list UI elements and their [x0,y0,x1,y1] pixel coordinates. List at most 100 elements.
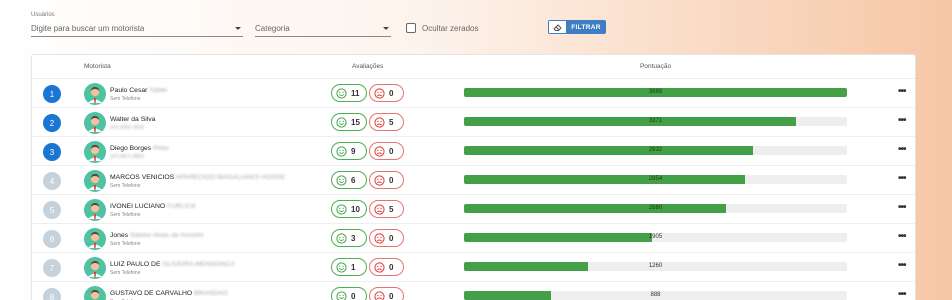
driver-name-surname: Tobler [149,87,168,94]
negative-ratings[interactable]: 5 [369,200,404,218]
score-value: 3371 [648,118,663,124]
rank-badge: 5 [43,201,61,219]
eraser-icon[interactable] [548,20,566,34]
score-value: 888 [650,292,661,298]
positive-count: 1 [351,262,356,272]
negative-count: 0 [389,291,394,300]
filter-button[interactable]: FILTRAR [566,20,606,34]
driver-phone: Sem Telefone [110,241,141,247]
score-bar: 2660 [464,204,847,213]
positive-count: 0 [351,291,356,300]
positive-ratings[interactable]: 6 [331,171,367,189]
negative-count: 0 [389,233,394,243]
hide-zero-checkbox[interactable] [406,23,416,33]
positive-count: 9 [351,146,356,156]
negative-count: 5 [389,117,394,127]
header-ratings: Avaliações [352,63,384,70]
positive-count: 11 [351,88,360,98]
category-select-control[interactable]: Categoria [255,20,391,37]
driver-name: IVONEI LUCIANO FURLICK [110,203,196,210]
score-value: 2854 [648,176,663,182]
driver-name-main: Jones [110,232,129,239]
negative-count: 5 [389,204,394,214]
table-row: 2 Walter da Silva (47) 9991-4520 15 5 33… [32,108,915,137]
positive-ratings[interactable]: 9 [331,142,367,160]
driver-search-input[interactable]: Digite para buscar um motorista [31,20,243,37]
driver-avatar-icon [84,286,106,300]
category-select[interactable]: Categoria [255,20,391,37]
driver-name-surname: FURLICK [167,203,197,210]
negative-ratings[interactable]: 0 [369,171,404,189]
more-horizontal-icon[interactable]: ••• [898,232,906,242]
more-horizontal-icon[interactable]: ••• [898,290,906,300]
positive-ratings[interactable]: 15 [331,113,367,131]
table-row: 3 Diego Borges Pinto (47) 9971-8820 9 0 … [32,137,915,166]
more-horizontal-icon[interactable]: ••• [898,87,906,97]
negative-count: 0 [389,262,394,272]
smile-icon [336,174,347,186]
driver-phone: Sem Telefone [110,212,141,218]
driver-avatar-icon [84,170,106,192]
more-horizontal-icon[interactable]: ••• [898,145,906,155]
driver-name: GUSTAVO DE CARVALHO BRANDAO [110,290,228,297]
negative-ratings[interactable]: 0 [369,142,404,160]
driver-search-label: Usuários [31,12,55,18]
driver-phone: Sem Telefone [110,183,141,189]
positive-ratings[interactable]: 10 [331,200,367,218]
positive-ratings[interactable]: 0 [331,287,367,300]
header-driver: Motorista [84,63,111,70]
negative-count: 0 [389,175,394,185]
negative-ratings[interactable]: 0 [369,258,404,276]
more-horizontal-icon[interactable]: ••• [898,203,906,213]
hide-zero-label: Ocultar zerados [422,23,479,33]
table-row: 7 LUIZ PAULO DE OLIVEIRA MENDONCA Sem Te… [32,253,915,282]
filter-bar: Usuários Digite para buscar um motorista… [0,0,952,50]
driver-search-field[interactable]: Usuários Digite para buscar um motorista [31,12,243,37]
driver-name-main: MARCOS VENICIOS [110,174,175,181]
positive-ratings[interactable]: 1 [331,258,367,276]
more-horizontal-icon[interactable]: ••• [898,116,906,126]
smile-icon [336,87,347,99]
table-row: 6 Jones Sabino Alves de Amorim Sem Telef… [32,224,915,253]
positive-ratings[interactable]: 3 [331,229,367,247]
negative-ratings[interactable]: 0 [369,229,404,247]
negative-count: 0 [389,88,394,98]
hide-zero-toggle[interactable]: Ocultar zerados [406,23,478,33]
positive-count: 10 [351,204,360,214]
rank-badge: 7 [43,259,61,277]
chevron-down-icon[interactable] [235,27,241,30]
driver-name-main: LUIZ PAULO DE [110,261,161,268]
frown-icon [374,203,385,215]
table-row: 4 MARCOS VENICIOS APARECIDO MAGALHAES HO… [32,166,915,195]
filter-button-group: FILTRAR [548,20,606,34]
score-bar: 1260 [464,262,847,271]
driver-name: MARCOS VENICIOS APARECIDO MAGALHAES HOSS… [110,174,285,181]
score-value: 3889 [648,89,663,95]
smile-icon [336,290,347,300]
frown-icon [374,261,385,273]
driver-name-main: Diego Borges [110,145,152,152]
smile-icon [336,232,347,244]
driver-name: Jones Sabino Alves de Amorim [110,232,204,239]
negative-ratings[interactable]: 5 [369,113,404,131]
positive-ratings[interactable]: 11 [331,84,367,102]
positive-count: 15 [351,117,360,127]
driver-avatar-icon [84,257,106,279]
more-horizontal-icon[interactable]: ••• [898,261,906,271]
driver-name: Paulo Cesar Tobler [110,87,168,94]
rank-badge: 8 [43,288,61,300]
score-value: 2660 [648,205,663,211]
negative-ratings[interactable]: 0 [369,84,404,102]
negative-ratings[interactable]: 0 [369,287,404,300]
positive-count: 3 [351,233,356,243]
more-horizontal-icon[interactable]: ••• [898,174,906,184]
chevron-down-icon[interactable] [383,27,389,30]
frown-icon [374,290,385,300]
rank-badge: 3 [43,143,61,161]
table-row: 1 Paulo Cesar Tobler Sem Telefone 11 0 3… [32,79,915,108]
driver-avatar-icon [84,228,106,250]
driver-name-main: IVONEI LUCIANO [110,203,166,210]
table-row: 5 IVONEI LUCIANO FURLICK Sem Telefone 10 [32,195,915,224]
score-bar: 888 [464,291,847,300]
driver-name-surname: OLIVEIRA MENDONCA [162,261,235,268]
